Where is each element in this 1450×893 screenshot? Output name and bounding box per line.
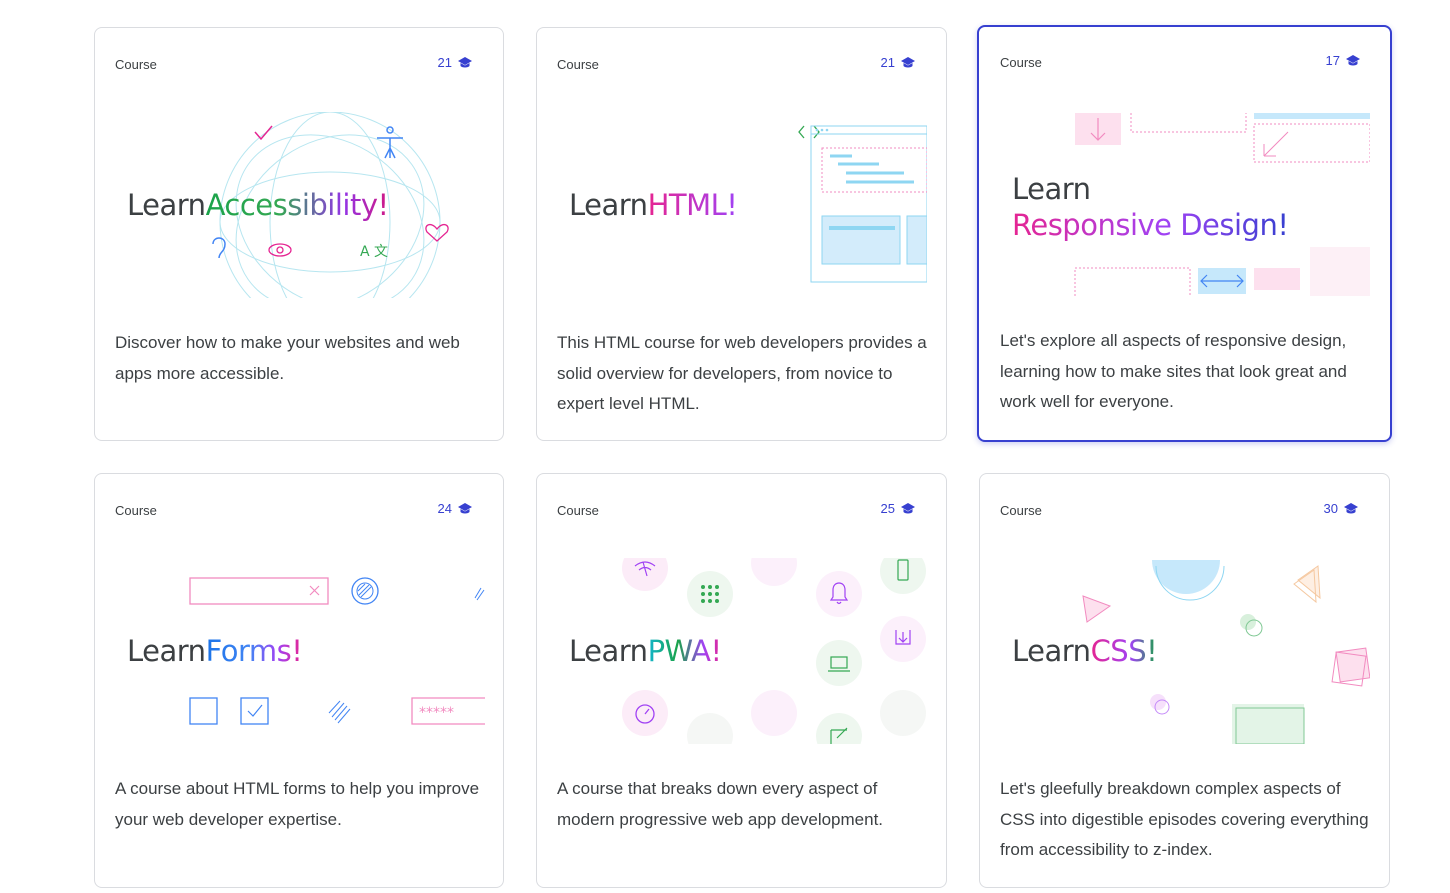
lesson-count: 21 (438, 55, 473, 70)
lesson-count-value: 21 (437, 55, 452, 70)
course-label: Course (1000, 503, 1042, 518)
course-illustration: ***** LearnForms! (115, 558, 485, 744)
course-illustration: A 文 LearnAccessibility! (115, 112, 485, 298)
lesson-count: 24 (438, 501, 473, 516)
course-card-accessibility[interactable]: Course 21 A 文 LearnAccessibility! Discov… (94, 27, 504, 441)
course-illustration: LearnCSS! (1000, 558, 1370, 744)
lesson-count: 17 (1326, 53, 1361, 68)
course-label: Course (115, 57, 157, 72)
svg-text:A 文: A 文 (360, 244, 388, 260)
lesson-count-value: 21 (880, 55, 895, 70)
graduation-cap-icon (901, 56, 915, 67)
lesson-count-value: 24 (437, 501, 452, 516)
graduation-cap-icon (458, 56, 472, 67)
course-title: LearnForms! (127, 634, 303, 668)
lesson-count: 25 (881, 501, 916, 516)
lesson-count-value: 25 (880, 501, 895, 516)
course-card-responsive-design[interactable]: Course 17 Learn Responsive Design! Let's … (977, 25, 1392, 442)
course-description: Discover how to make your websites and w… (115, 333, 460, 383)
course-title: LearnAccessibility! (127, 188, 389, 222)
course-label: Course (1000, 55, 1042, 70)
graduation-cap-icon (1344, 502, 1358, 513)
course-card-pwa[interactable]: Course 25 LearnPWA! A course that breaks… (536, 473, 947, 888)
course-label: Course (115, 503, 157, 518)
lesson-count: 21 (881, 55, 916, 70)
lesson-count-value: 30 (1323, 501, 1338, 516)
course-card-forms[interactable]: Course 24 ***** LearnForms! A course abo… (94, 473, 504, 888)
course-illustration: Learn Responsive Design! (1000, 110, 1370, 296)
course-description: This HTML course for web developers prov… (557, 333, 927, 413)
course-title: Learn Responsive Design! (1012, 172, 1289, 242)
course-illustration: LearnPWA! (557, 558, 927, 744)
graduation-cap-icon (1346, 54, 1360, 65)
lesson-count-value: 17 (1325, 53, 1340, 68)
course-description: A course that breaks down every aspect o… (557, 779, 884, 829)
course-title: LearnPWA! (569, 634, 722, 668)
course-description: A course about HTML forms to help you im… (115, 779, 480, 829)
course-card-css[interactable]: Course 30 LearnCSS! Let's gleefully brea… (979, 473, 1390, 888)
course-label: Course (557, 503, 599, 518)
graduation-cap-icon (901, 502, 915, 513)
course-title: LearnCSS! (1012, 634, 1158, 668)
lesson-count: 30 (1324, 501, 1359, 516)
course-description: Let's explore all aspects of responsive … (1000, 331, 1347, 411)
course-description: Let's gleefully breakdown complex aspect… (1000, 779, 1369, 859)
svg-text:*****: ***** (419, 705, 454, 721)
course-card-html[interactable]: Course 21 LearnHTML! This HTML course fo… (536, 27, 947, 441)
course-title: LearnHTML! (569, 188, 738, 222)
graduation-cap-icon (458, 502, 472, 513)
course-label: Course (557, 57, 599, 72)
course-illustration: LearnHTML! (557, 112, 927, 298)
